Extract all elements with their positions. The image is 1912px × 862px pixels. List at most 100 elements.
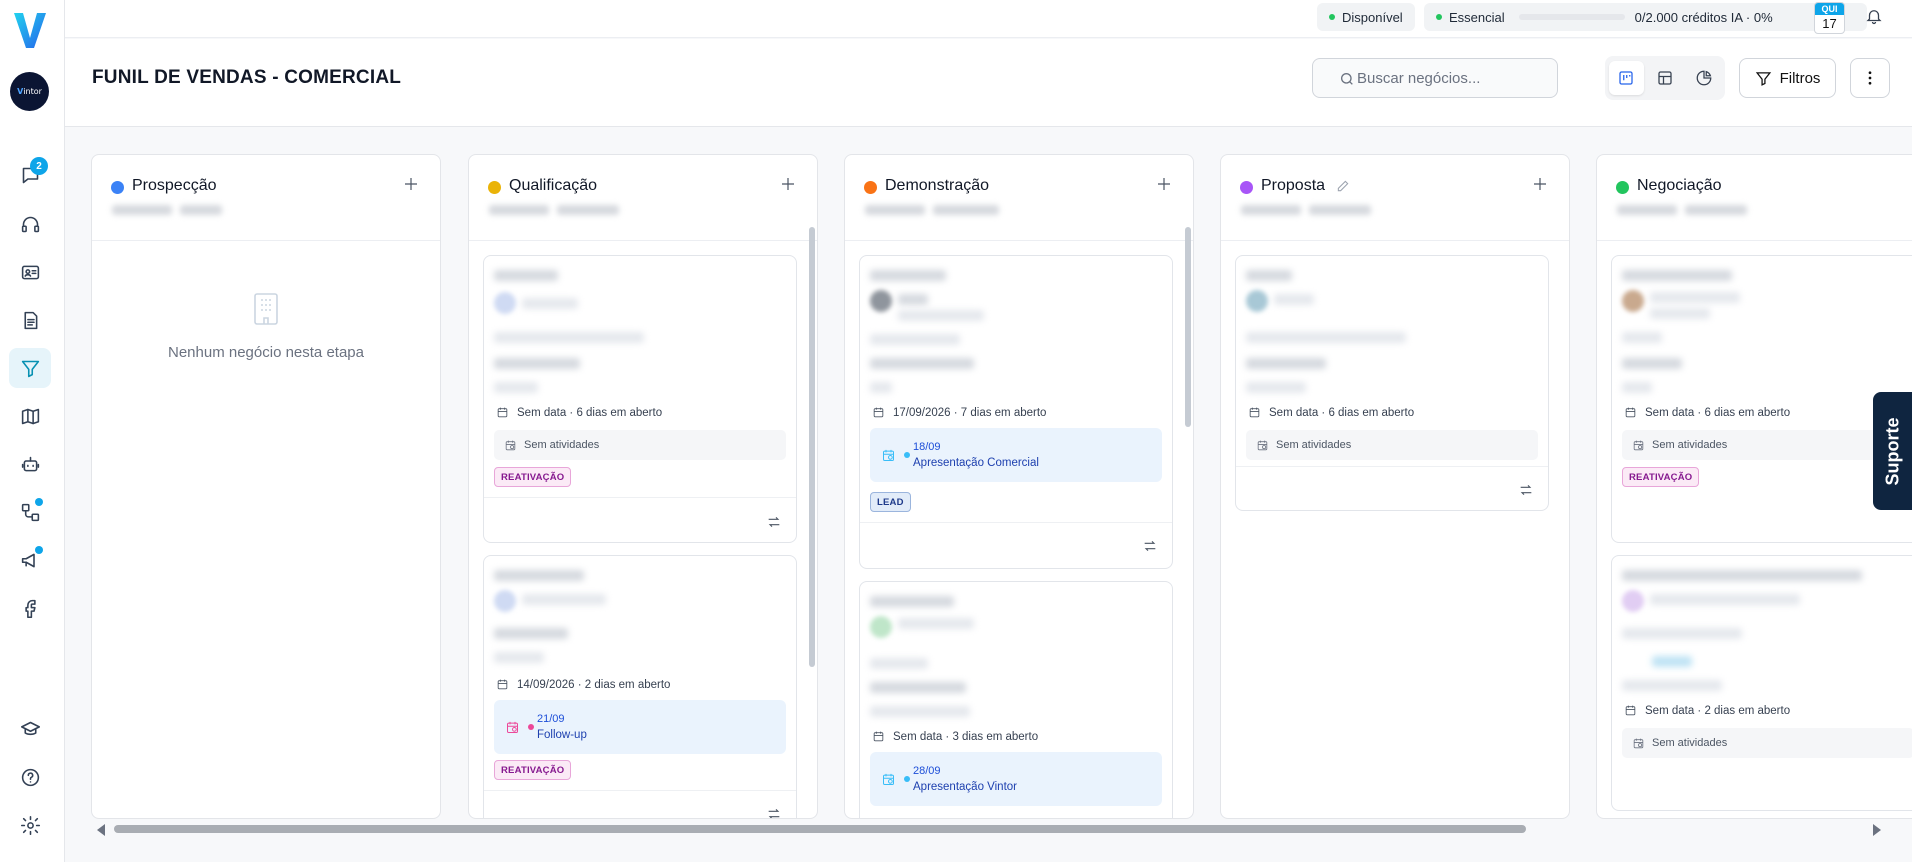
nav-conversations[interactable]: 2 xyxy=(9,155,51,195)
integrations-dot xyxy=(35,498,43,506)
notifications-bell[interactable] xyxy=(1865,7,1885,27)
status-dot xyxy=(1329,14,1335,20)
column-qualificacao: Qualificação Sem data · 6 dias em aberto… xyxy=(468,154,818,819)
nav-facebook[interactable] xyxy=(9,588,51,628)
stage-color-dot xyxy=(1616,181,1629,194)
nav-help[interactable] xyxy=(9,757,51,797)
deal-card[interactable]: Sem data · 6 dias em aberto Sem atividad… xyxy=(483,255,797,543)
gear-icon xyxy=(20,815,40,835)
event-dot xyxy=(904,452,910,458)
nav-sales-funnel[interactable] xyxy=(9,348,51,388)
calendar-clock-icon xyxy=(1257,440,1268,450)
edit-stage-button[interactable] xyxy=(1336,179,1350,193)
stage-color-dot xyxy=(111,181,124,194)
nav-campaigns[interactable] xyxy=(9,540,51,580)
activity-box[interactable]: Sem atividades xyxy=(1246,430,1538,460)
deal-card[interactable]: Sem data · 3 dias em aberto 28/09 Aprese… xyxy=(859,581,1173,818)
column-proposta: Proposta Sem data · 6 dias em aberto Sem… xyxy=(1220,154,1570,819)
event-box[interactable]: 18/09 Apresentação Comercial xyxy=(870,428,1162,482)
column-title: Negociação xyxy=(1637,177,1722,194)
calendar-icon xyxy=(1625,705,1636,716)
deal-card[interactable]: 14/09/2026 · 2 dias em aberto 21/09 Foll… xyxy=(483,555,797,818)
column-header: Negociação xyxy=(1597,155,1912,241)
calendar-icon xyxy=(1625,407,1636,418)
view-switcher xyxy=(1605,56,1725,100)
nav-integrations[interactable] xyxy=(9,492,51,532)
column-title: Qualificação xyxy=(509,177,598,194)
column-header: Proposta xyxy=(1221,155,1569,241)
add-deal-button[interactable] xyxy=(1531,175,1551,195)
add-deal-button[interactable] xyxy=(1155,175,1175,195)
move-deal-button[interactable] xyxy=(766,514,782,530)
event-box[interactable]: 28/09 Apresentação Vintor xyxy=(870,752,1162,806)
search-box[interactable] xyxy=(1312,58,1558,98)
plan-credits[interactable]: Essencial 0/2.000 créditos IA · 0% xyxy=(1424,3,1867,31)
facebook-icon xyxy=(24,599,36,618)
deal-card[interactable]: 17/09/2026 · 7 dias em aberto 18/09 Apre… xyxy=(859,255,1173,569)
move-deal-button[interactable] xyxy=(1142,538,1158,554)
activity-box[interactable]: Sem atividades xyxy=(494,430,786,460)
column-scrollbar[interactable] xyxy=(809,227,815,667)
workspace-avatar[interactable]: Vintor xyxy=(10,72,49,111)
move-deal-button[interactable] xyxy=(1518,482,1534,498)
activity-text: Sem atividades xyxy=(524,439,600,451)
scroll-right-arrow[interactable] xyxy=(1873,824,1881,836)
sidebar: Vintor 2 xyxy=(0,0,65,862)
event-box[interactable]: 21/09 Follow-up xyxy=(494,700,786,754)
card-meta-text: 17/09/2026 · 7 dias em aberto xyxy=(893,406,1047,419)
nav-bots[interactable] xyxy=(9,444,51,484)
nav-documents[interactable] xyxy=(9,300,51,340)
nav-map[interactable] xyxy=(9,396,51,436)
pie-chart-icon xyxy=(1696,70,1712,86)
activity-box[interactable]: Sem atividades xyxy=(1622,728,1912,758)
calendar-icon xyxy=(497,407,508,418)
activity-text: Sem atividades xyxy=(1276,439,1352,451)
column-scrollbar[interactable] xyxy=(1185,227,1191,427)
topbar: Disponível Essencial 0/2.000 créditos IA… xyxy=(65,0,1912,38)
event-title: Apresentação Vintor xyxy=(913,781,1017,793)
column-header: Demonstração xyxy=(845,155,1193,241)
event-date: 28/09 xyxy=(913,765,941,777)
chart-view-button[interactable] xyxy=(1686,61,1721,95)
notification-badge: 2 xyxy=(30,157,48,175)
app-logo[interactable] xyxy=(10,8,50,52)
board-horizontal-scrollbar[interactable] xyxy=(96,823,1876,835)
date-badge[interactable]: QUI 17 xyxy=(1814,2,1845,34)
column-negociacao: Negociação Sem data · 6 dias em aberto S… xyxy=(1596,154,1912,819)
card-meta: 14/09/2026 · 2 dias em aberto xyxy=(496,678,670,691)
plus-icon xyxy=(1534,178,1546,190)
add-deal-button[interactable] xyxy=(779,175,799,195)
plus-icon xyxy=(405,178,417,190)
scrollbar-thumb[interactable] xyxy=(114,825,1526,833)
column-prospeccao: Prospecção Nenhum negócio nesta etapa xyxy=(91,154,441,819)
campaigns-dot xyxy=(35,546,43,554)
calendar-icon xyxy=(873,407,884,418)
move-deal-button[interactable] xyxy=(766,806,782,818)
support-tab[interactable]: Suporte xyxy=(1873,392,1912,510)
edit-icon xyxy=(1337,180,1349,192)
tag-badge: REATIVAÇÃO xyxy=(494,760,572,780)
nav-contacts[interactable] xyxy=(9,252,51,292)
deal-card[interactable]: Sem data · 6 dias em aberto Sem atividad… xyxy=(1611,255,1912,543)
empty-state: Nenhum negócio nesta etapa xyxy=(92,241,440,361)
filters-button[interactable]: Filtros xyxy=(1739,58,1836,98)
id-card-icon xyxy=(21,265,39,279)
nav-settings[interactable] xyxy=(9,805,51,845)
column-summary xyxy=(112,205,222,215)
kanban-board: Prospecção Nenhum negócio nesta etapa Qu… xyxy=(65,128,1912,862)
column-title: Prospecção xyxy=(132,177,217,194)
table-view-button[interactable] xyxy=(1648,61,1683,95)
deal-card[interactable]: Sem data · 2 dias em aberto Sem atividad… xyxy=(1611,555,1912,811)
deal-card[interactable]: Sem data · 6 dias em aberto Sem atividad… xyxy=(1235,255,1549,511)
add-deal-button[interactable] xyxy=(402,175,422,195)
card-meta-text: Sem data · 6 dias em aberto xyxy=(1269,406,1415,419)
nav-support[interactable] xyxy=(9,204,51,244)
availability-status[interactable]: Disponível xyxy=(1317,3,1415,31)
more-options-button[interactable] xyxy=(1850,58,1890,98)
kanban-view-button[interactable] xyxy=(1609,61,1644,95)
nav-academy[interactable] xyxy=(9,709,51,749)
activity-box[interactable]: Sem atividades xyxy=(1622,430,1912,460)
search-input[interactable] xyxy=(1357,69,1557,87)
calendar-icon xyxy=(873,731,884,742)
funnel-icon xyxy=(21,360,39,377)
